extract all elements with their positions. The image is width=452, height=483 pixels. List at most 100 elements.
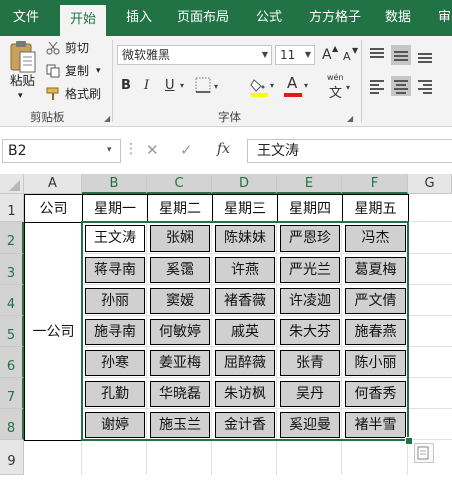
clipboard-launcher-icon[interactable]: ◢ bbox=[104, 114, 110, 123]
paste-button[interactable]: 粘贴 bbox=[10, 74, 35, 88]
name-cell[interactable]: 金计香 bbox=[215, 412, 275, 438]
tab-data[interactable]: 数据 bbox=[385, 9, 411, 27]
format-painter-button[interactable]: 格式刷 bbox=[65, 87, 101, 101]
align-bottom-icon[interactable] bbox=[415, 45, 435, 65]
column-header-d[interactable]: D bbox=[212, 174, 277, 194]
tab-home[interactable]: 开始 bbox=[60, 5, 107, 36]
name-cell[interactable]: 孙寒 bbox=[85, 350, 145, 376]
row-header-6[interactable]: 6 bbox=[0, 347, 24, 378]
name-cell[interactable]: 褚半雪 bbox=[345, 412, 406, 438]
name-cell[interactable]: 陈小丽 bbox=[345, 350, 406, 376]
name-cell[interactable]: 施玉兰 bbox=[150, 412, 210, 438]
chevron-down-icon[interactable]: ▼ bbox=[305, 46, 311, 64]
name-cell[interactable]: 严恩珍 bbox=[280, 225, 340, 252]
paste-icon[interactable] bbox=[8, 40, 38, 74]
name-cell[interactable]: 谢婷 bbox=[85, 412, 145, 438]
name-cell[interactable]: 姜亚梅 bbox=[150, 350, 210, 376]
header-cell[interactable]: 星期三 bbox=[212, 194, 278, 223]
header-cell[interactable]: 星期四 bbox=[277, 194, 343, 223]
name-cell[interactable]: 张青 bbox=[280, 350, 340, 376]
name-cell[interactable]: 吴丹 bbox=[280, 381, 340, 407]
tab-formulas[interactable]: 公式 bbox=[256, 9, 282, 27]
row-header-4[interactable]: 4 bbox=[0, 285, 24, 316]
name-cell[interactable]: 奚霭 bbox=[150, 257, 210, 283]
align-center-icon[interactable] bbox=[391, 76, 411, 96]
align-top-icon[interactable] bbox=[367, 45, 387, 65]
italic-button[interactable]: I bbox=[144, 77, 149, 95]
quick-analysis-button[interactable] bbox=[414, 443, 434, 463]
cut-button[interactable]: 剪切 bbox=[65, 41, 89, 55]
row-header-2[interactable]: 2 bbox=[0, 222, 24, 254]
name-cell[interactable]: 施寻南 bbox=[85, 319, 145, 345]
column-header-b[interactable]: B bbox=[82, 174, 147, 194]
bold-button[interactable]: B bbox=[121, 77, 131, 95]
name-cell[interactable]: 冯杰 bbox=[345, 225, 406, 252]
tab-fangfang[interactable]: 方方格子 bbox=[309, 9, 361, 27]
tab-review[interactable]: 审阅 bbox=[438, 9, 452, 27]
borders-button[interactable]: ▾ bbox=[195, 76, 225, 96]
name-cell[interactable]: 蒋寻南 bbox=[85, 257, 145, 283]
font-name-combo[interactable]: 微软雅黑 ▼ bbox=[117, 45, 272, 65]
copy-button[interactable]: 复制 bbox=[65, 64, 89, 78]
name-cell[interactable]: 屈醉薇 bbox=[215, 350, 275, 376]
name-cell[interactable]: 严光兰 bbox=[280, 257, 340, 283]
chevron-down-icon[interactable]: ▼ bbox=[262, 46, 268, 64]
name-cell[interactable]: 许燕 bbox=[215, 257, 275, 283]
row-header-1[interactable]: 1 bbox=[0, 194, 24, 222]
fill-handle[interactable] bbox=[405, 437, 413, 445]
align-right-icon[interactable] bbox=[415, 76, 435, 96]
align-middle-icon[interactable] bbox=[391, 45, 411, 65]
insert-function-icon[interactable]: fx bbox=[217, 141, 230, 157]
grow-font-button[interactable]: A bbox=[322, 46, 332, 64]
name-cell[interactable]: 戚英 bbox=[215, 319, 275, 345]
name-cell[interactable]: 张娴 bbox=[150, 225, 210, 252]
header-cell[interactable]: 星期一 bbox=[82, 194, 148, 223]
formula-bar-grip-icon[interactable]: ⋮ bbox=[124, 141, 138, 157]
tab-file[interactable]: 文件 bbox=[13, 9, 39, 27]
column-header-f[interactable]: F bbox=[342, 174, 408, 194]
row-header-5[interactable]: 5 bbox=[0, 316, 24, 347]
active-cell[interactable]: 王文涛 bbox=[85, 225, 145, 252]
row-header-7[interactable]: 7 bbox=[0, 378, 24, 409]
fill-color-button[interactable]: ▾ bbox=[250, 76, 280, 98]
select-all-corner[interactable] bbox=[0, 174, 24, 194]
align-left-icon[interactable] bbox=[367, 76, 387, 96]
name-cell[interactable]: 何敏婷 bbox=[150, 319, 210, 345]
column-header-a[interactable]: A bbox=[24, 174, 82, 194]
name-cell[interactable]: 何香秀 bbox=[345, 381, 406, 407]
row-header-8[interactable]: 8 bbox=[0, 409, 24, 440]
paste-dropdown-icon[interactable]: ▾ bbox=[18, 89, 23, 103]
column-header-e[interactable]: E bbox=[277, 174, 342, 194]
header-cell[interactable]: 星期二 bbox=[147, 194, 213, 223]
name-cell[interactable]: 许凌迦 bbox=[280, 288, 340, 314]
column-header-c[interactable]: C bbox=[147, 174, 212, 194]
name-cell[interactable]: 严文倩 bbox=[345, 288, 406, 314]
underline-button[interactable]: U bbox=[165, 77, 175, 95]
name-cell[interactable]: 葛夏梅 bbox=[345, 257, 406, 283]
name-cell[interactable]: 孔勤 bbox=[85, 381, 145, 407]
font-color-button[interactable]: A ▾ bbox=[284, 74, 314, 98]
name-cell[interactable]: 陈妹妹 bbox=[215, 225, 275, 252]
name-cell[interactable]: 孙丽 bbox=[85, 288, 145, 314]
name-box-dropdown-icon[interactable]: ▾ bbox=[107, 145, 112, 155]
name-cell[interactable]: 奚迎曼 bbox=[280, 412, 340, 438]
name-cell[interactable]: 褚香薇 bbox=[215, 288, 275, 314]
shrink-font-button[interactable]: A bbox=[343, 48, 351, 66]
row-header-9[interactable]: 9 bbox=[0, 440, 24, 475]
name-cell[interactable]: 朱大芬 bbox=[280, 319, 340, 345]
name-box[interactable]: B2 bbox=[2, 139, 121, 163]
font-size-combo[interactable]: 11 ▼ bbox=[275, 45, 315, 65]
tab-page-layout[interactable]: 页面布局 bbox=[177, 9, 229, 27]
tab-insert[interactable]: 插入 bbox=[126, 9, 152, 27]
cancel-icon[interactable]: ✕ bbox=[146, 141, 159, 159]
header-cell[interactable]: 星期五 bbox=[342, 194, 409, 223]
column-header-g[interactable]: G bbox=[408, 174, 452, 194]
chevron-down-icon[interactable]: ▾ bbox=[304, 81, 308, 90]
name-cell[interactable]: 施春燕 bbox=[345, 319, 406, 345]
name-cell[interactable]: 朱访枫 bbox=[215, 381, 275, 407]
underline-dropdown-icon[interactable]: ▾ bbox=[180, 81, 184, 90]
enter-icon[interactable]: ✓ bbox=[180, 141, 193, 159]
header-cell[interactable]: 公司 bbox=[24, 194, 83, 223]
font-launcher-icon[interactable]: ◢ bbox=[347, 114, 353, 123]
name-cell[interactable]: 窦嫒 bbox=[150, 288, 210, 314]
